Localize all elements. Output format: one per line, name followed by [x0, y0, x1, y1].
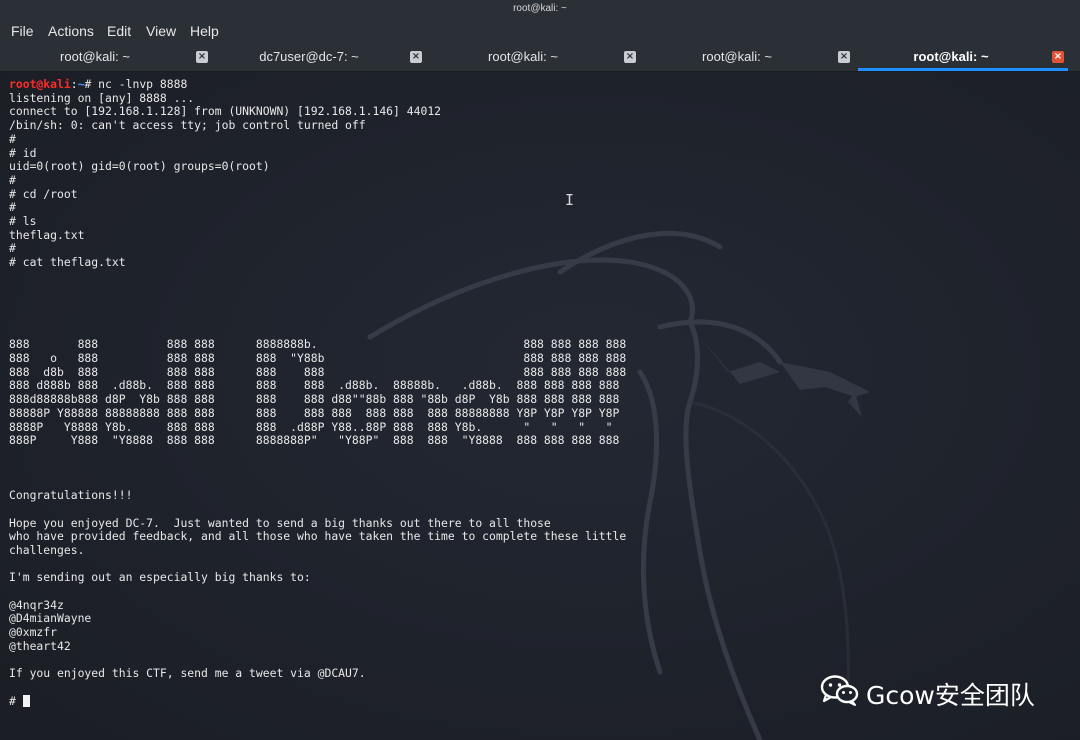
mouse-ibeam-cursor-icon: Ι — [565, 191, 575, 209]
tab-close-icon[interactable]: × — [1052, 51, 1064, 63]
terminal-window: root@kali: ~ File Actions Edit View Help… — [0, 0, 1080, 740]
tab-label: root@kali: ~ — [702, 49, 772, 64]
menu-actions[interactable]: Actions — [48, 23, 94, 39]
tab-2[interactable]: dc7user@dc-7: ~ × — [214, 44, 428, 71]
menu-file[interactable]: File — [11, 23, 34, 39]
menu-view[interactable]: View — [146, 23, 176, 39]
window-title: root@kali: ~ — [0, 0, 1080, 18]
tab-1[interactable]: root@kali: ~ × — [0, 44, 214, 71]
prompt-user: root@kali — [9, 77, 71, 91]
tab-4[interactable]: root@kali: ~ × — [642, 44, 856, 71]
tab-label: root@kali: ~ — [913, 49, 989, 64]
active-tab-indicator — [858, 68, 1068, 71]
terminal-area[interactable]: root@kali:~# nc -lnvp 8888 listening on … — [0, 72, 1080, 740]
tab-close-icon[interactable]: × — [196, 51, 208, 63]
menu-bar: File Actions Edit View Help — [0, 18, 1080, 44]
tab-close-icon[interactable]: × — [624, 51, 636, 63]
command-text: nc -lnvp 8888 — [98, 77, 188, 91]
tab-label: root@kali: ~ — [60, 49, 130, 64]
menu-help[interactable]: Help — [190, 23, 219, 39]
tab-5-active[interactable]: root@kali: ~ × — [856, 44, 1070, 71]
wechat-icon — [820, 675, 859, 706]
final-prompt: # — [9, 693, 23, 708]
tab-label: dc7user@dc-7: ~ — [259, 49, 359, 64]
tab-close-icon[interactable]: × — [838, 51, 850, 63]
tab-close-icon[interactable]: × — [410, 51, 422, 63]
tab-bar: root@kali: ~ × dc7user@dc-7: ~ × root@ka… — [0, 44, 1080, 72]
menu-edit[interactable]: Edit — [107, 23, 131, 39]
terminal-output: root@kali:~# nc -lnvp 8888 listening on … — [9, 77, 627, 708]
tab-label: root@kali: ~ — [488, 49, 558, 64]
prompt-symbol: # — [84, 77, 99, 91]
watermark-text: Gcow安全团队 — [866, 681, 1035, 710]
tab-3[interactable]: root@kali: ~ × — [428, 44, 642, 71]
text-cursor — [22, 694, 30, 707]
command-output: listening on [any] 8888 ... connect to [… — [9, 90, 627, 681]
